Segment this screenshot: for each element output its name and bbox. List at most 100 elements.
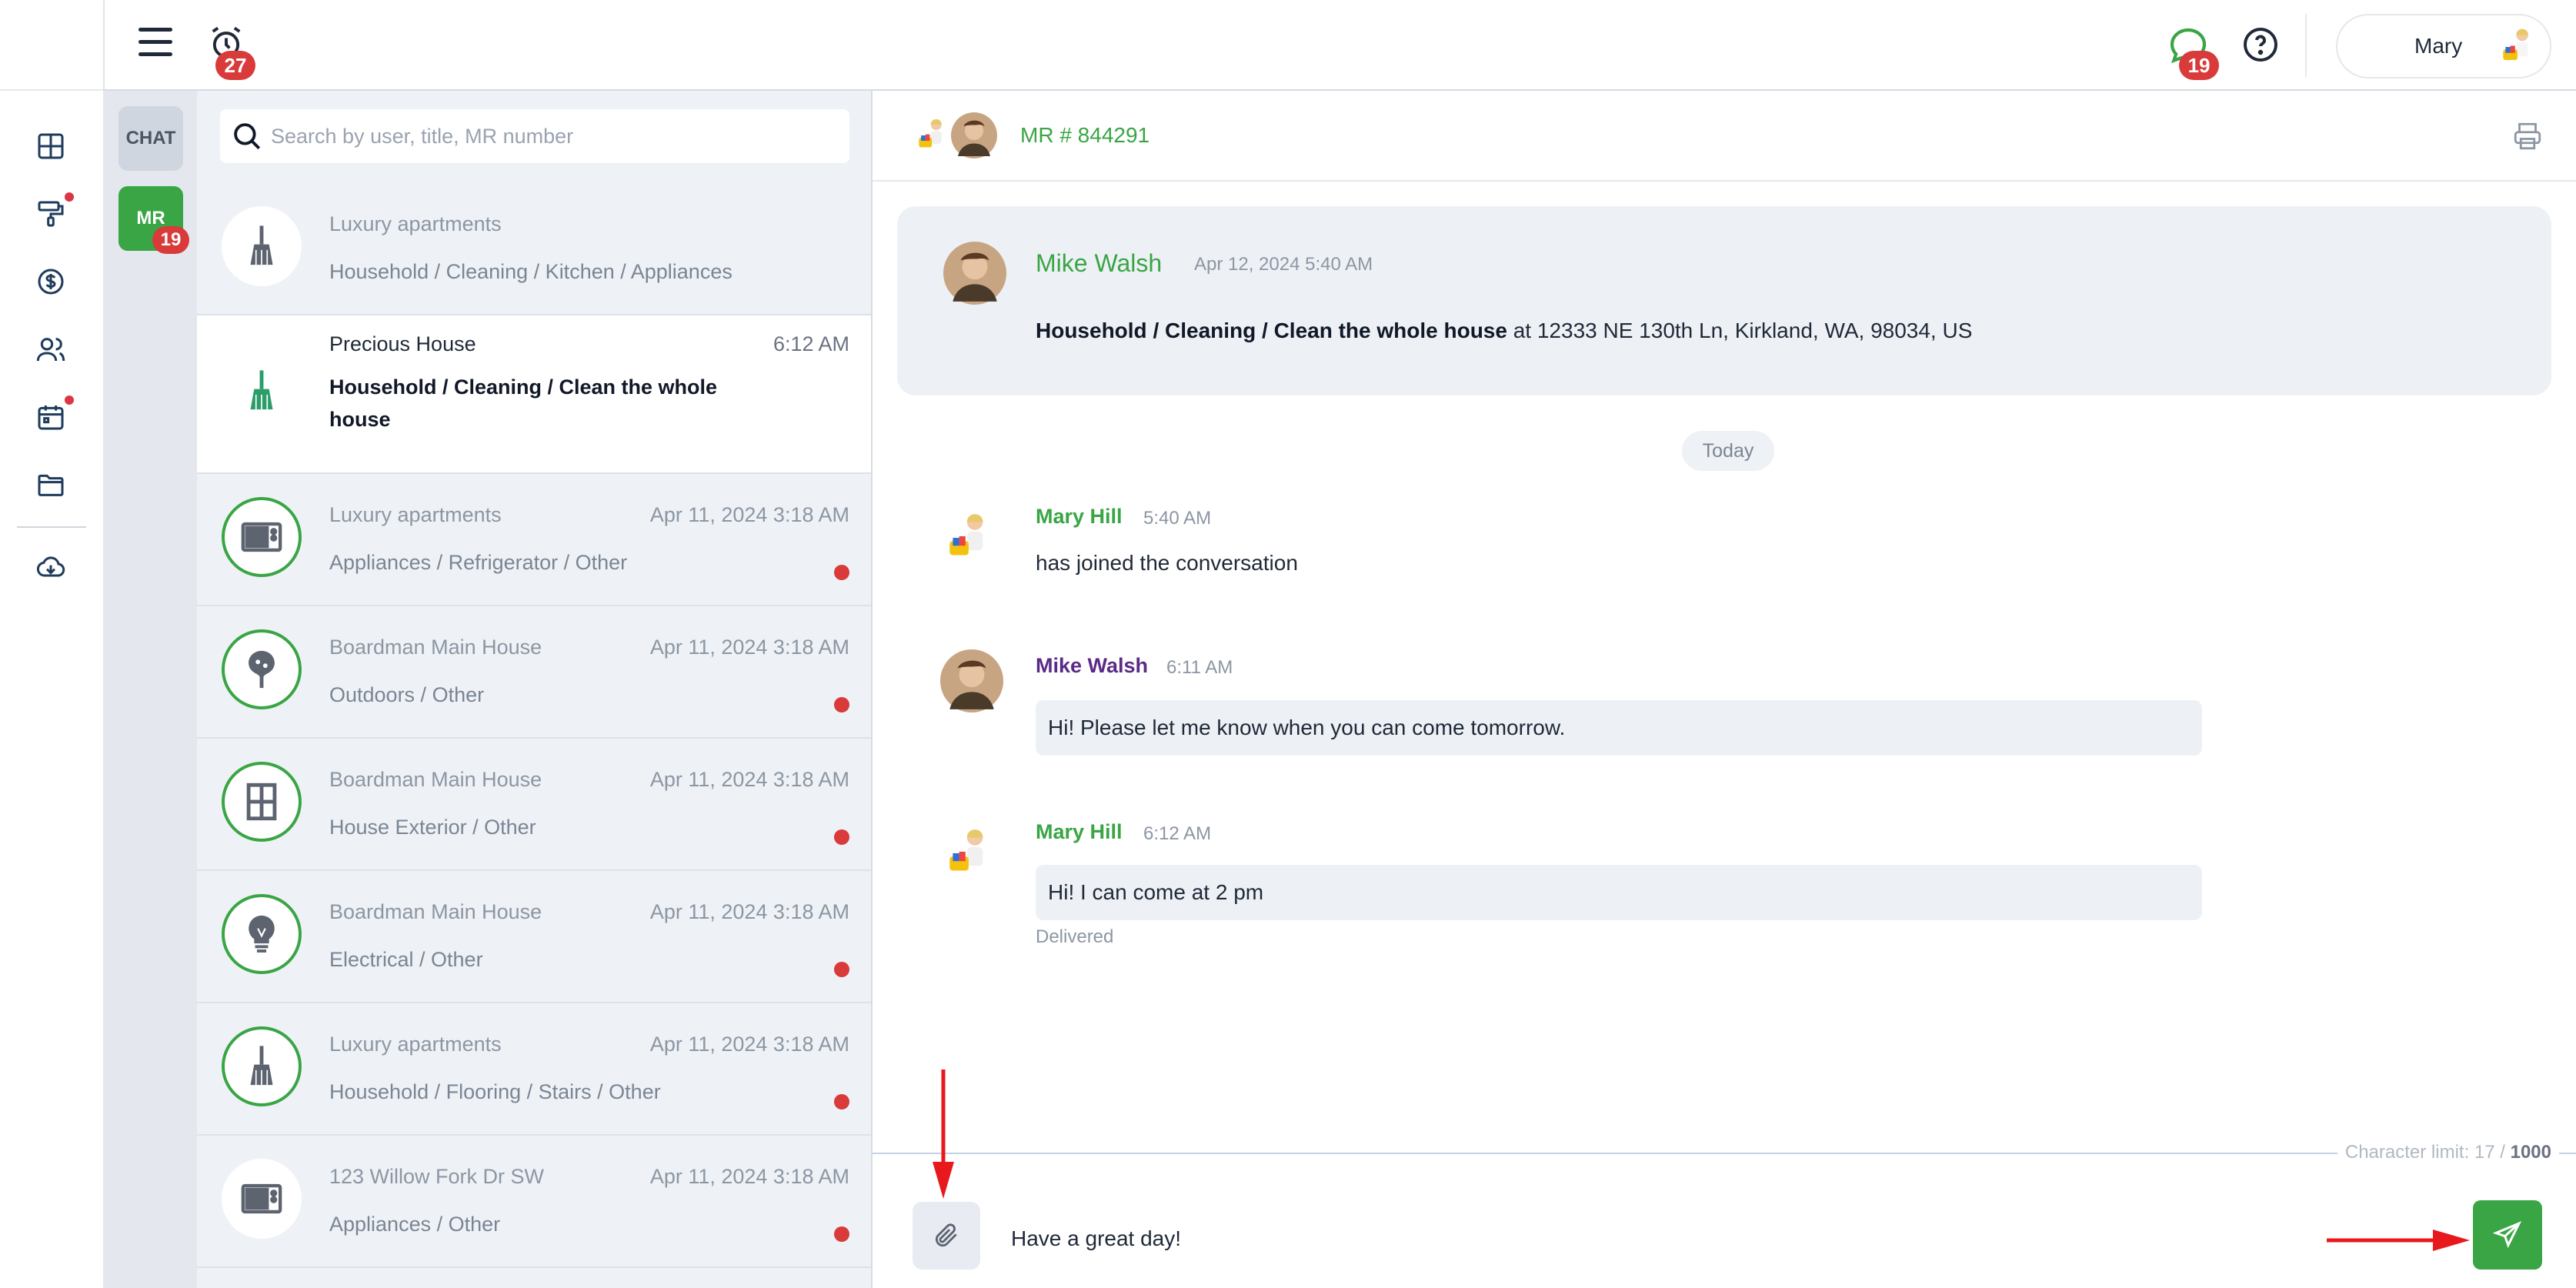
help-icon[interactable]: [2242, 26, 2279, 63]
list-item[interactable]: Luxury apartments Household / Cleaning /…: [197, 183, 871, 315]
dollar-icon[interactable]: [32, 263, 69, 300]
list-item-active[interactable]: Precious House 6:12 AM Household / Clean…: [197, 315, 871, 474]
list-item-subtitle: Household / Cleaning / Clean the whole h…: [329, 375, 718, 431]
avatar: [943, 242, 1006, 305]
list-item[interactable]: Luxury apartments Apr 11, 2024 3:18 AM H…: [197, 1003, 871, 1136]
alarm-count-badge: 27: [215, 51, 255, 80]
task-address: at 12333 NE 130th Ln, Kirkland, WA, 9803…: [1507, 319, 1973, 342]
window-icon: [222, 762, 302, 842]
lightbulb-icon: [222, 894, 302, 974]
avatar: [940, 506, 1003, 569]
chat-count-badge: 19: [2179, 51, 2219, 80]
unread-dot: [834, 1226, 849, 1242]
alarm-clock-icon[interactable]: 27: [206, 23, 255, 80]
rail-logo-area: [0, 0, 103, 91]
list-item-title: Luxury apartments: [329, 212, 502, 235]
message-input[interactable]: [1011, 1217, 2288, 1260]
user-menu-button[interactable]: Mary: [2336, 14, 2551, 78]
list-item[interactable]: Boardman Main House Apr 11, 2024 3:18 AM…: [197, 739, 871, 871]
task-time: Apr 12, 2024 5:40 AM: [1194, 254, 1373, 275]
unread-dot: [834, 829, 849, 845]
list-item-time: Apr 11, 2024 3:18 AM: [649, 768, 849, 791]
folder-icon[interactable]: [32, 466, 69, 503]
message-author: Mary Hill: [1036, 820, 1123, 843]
task-card: Mike Walsh Apr 12, 2024 5:40 AM Househol…: [897, 206, 2551, 395]
printer-icon[interactable]: [2511, 120, 2544, 152]
message-text: has joined the conversation: [1036, 551, 1298, 575]
user-name: Mary: [2414, 34, 2463, 58]
topbar-divider: [2305, 14, 2307, 77]
list-item-time: Apr 11, 2024 3:18 AM: [649, 1165, 849, 1188]
calendar-icon[interactable]: [32, 395, 74, 435]
list-item-subtitle: Appliances / Other: [329, 1213, 501, 1236]
notification-dot: [65, 192, 74, 202]
list-item-title: Luxury apartments: [329, 1033, 502, 1056]
list-item[interactable]: Boardman Main House Apr 11, 2024 3:18 AM…: [197, 871, 871, 1003]
list-item-subtitle: Household / Cleaning / Kitchen / Applian…: [329, 260, 732, 283]
list-item[interactable]: Boardman Main House Apr 11, 2024 3:18 AM…: [197, 606, 871, 739]
list-item-time: Apr 11, 2024 3:18 AM: [649, 900, 849, 923]
unread-dot: [834, 962, 849, 977]
list-item[interactable]: Luxury apartments Apr 11, 2024 3:18 AM A…: [197, 474, 871, 606]
tab-mr[interactable]: MR 19: [118, 186, 189, 254]
dashboard-icon[interactable]: [32, 128, 69, 165]
list-item-subtitle: House Exterior / Other: [329, 816, 536, 839]
top-bar: 27 19 Mary: [105, 0, 2576, 91]
send-button[interactable]: [2473, 1200, 2542, 1270]
message-author: Mike Walsh: [1036, 654, 1149, 677]
task-category: Household / Cleaning / Clean the whole h…: [1036, 319, 1507, 342]
paint-roller-icon[interactable]: [32, 192, 74, 232]
list-item[interactable]: 123 Willow Fork Dr SW Apr 11, 2024 3:18 …: [197, 1136, 871, 1268]
message-author: Mary Hill: [1036, 505, 1123, 528]
broom-icon: [222, 1026, 302, 1106]
cloud-download-icon[interactable]: [32, 549, 69, 586]
unread-dot: [834, 565, 849, 580]
date-separator: Today: [1682, 431, 1774, 471]
attach-button[interactable]: [913, 1202, 980, 1270]
annotation-arrow-right: [2327, 1230, 2470, 1251]
chat-bubble-icon[interactable]: 19: [2167, 25, 2219, 80]
avatar: [2496, 23, 2544, 71]
list-item-title: Boardman Main House: [329, 636, 542, 659]
avatar: [940, 649, 1003, 712]
paperclip-icon: [935, 1223, 957, 1247]
list-item-subtitle: Appliances / Refrigerator / Other: [329, 551, 628, 574]
list-item-subtitle: Household / Flooring / Stairs / Other: [329, 1080, 661, 1103]
list-item-time: Apr 11, 2024 3:18 AM: [649, 636, 849, 659]
notification-dot: [65, 395, 74, 405]
list-item-title: Luxury apartments: [329, 503, 502, 526]
menu-icon[interactable]: [138, 28, 172, 58]
chat-message: Mike Walsh 6:11 AM Hi! Please let me kno…: [873, 648, 2576, 771]
task-author: Mike Walsh: [1036, 249, 1163, 277]
delivery-status: Delivered: [1036, 926, 1114, 947]
list-item-subtitle: Outdoors / Other: [329, 683, 485, 706]
message-time: 5:40 AM: [1143, 508, 1212, 529]
list-item-subtitle: Electrical / Other: [329, 948, 483, 971]
chat-header: MR # 844291: [873, 91, 2576, 182]
tab-column: CHAT MR 19: [105, 91, 197, 1288]
avatar: [951, 112, 997, 158]
search-input[interactable]: [271, 117, 833, 155]
message-bubble: Hi! Please let me know when you can come…: [1036, 700, 2202, 756]
users-icon[interactable]: [32, 331, 69, 368]
conversation-list-panel: Luxury apartments Household / Cleaning /…: [197, 91, 873, 1288]
tab-chat[interactable]: CHAT: [118, 106, 183, 171]
list-item-time: Apr 11, 2024 3:18 AM: [649, 1033, 849, 1056]
mr-number[interactable]: MR # 844291: [1020, 123, 1150, 148]
broom-icon: [222, 351, 302, 431]
avatar: [940, 822, 1003, 885]
mr-count-badge: 19: [152, 226, 189, 254]
list-item-title: Boardman Main House: [329, 900, 542, 923]
send-icon: [2492, 1221, 2522, 1249]
task-description: Household / Cleaning / Clean the whole h…: [1036, 319, 1972, 343]
sidebar-rail: [0, 0, 105, 1288]
list-item-title: 123 Willow Fork Dr SW: [329, 1165, 545, 1188]
unread-dot: [834, 1094, 849, 1109]
microwave-icon: [222, 1159, 302, 1239]
list-item-time: 6:12 AM: [772, 332, 849, 355]
tree-icon: [222, 629, 302, 709]
broom-icon: [222, 206, 302, 286]
list-item-title: Boardman Main House: [329, 768, 542, 791]
tab-mr-label: MR: [136, 208, 165, 229]
list-item-time: Apr 11, 2024 3:18 AM: [649, 503, 849, 526]
